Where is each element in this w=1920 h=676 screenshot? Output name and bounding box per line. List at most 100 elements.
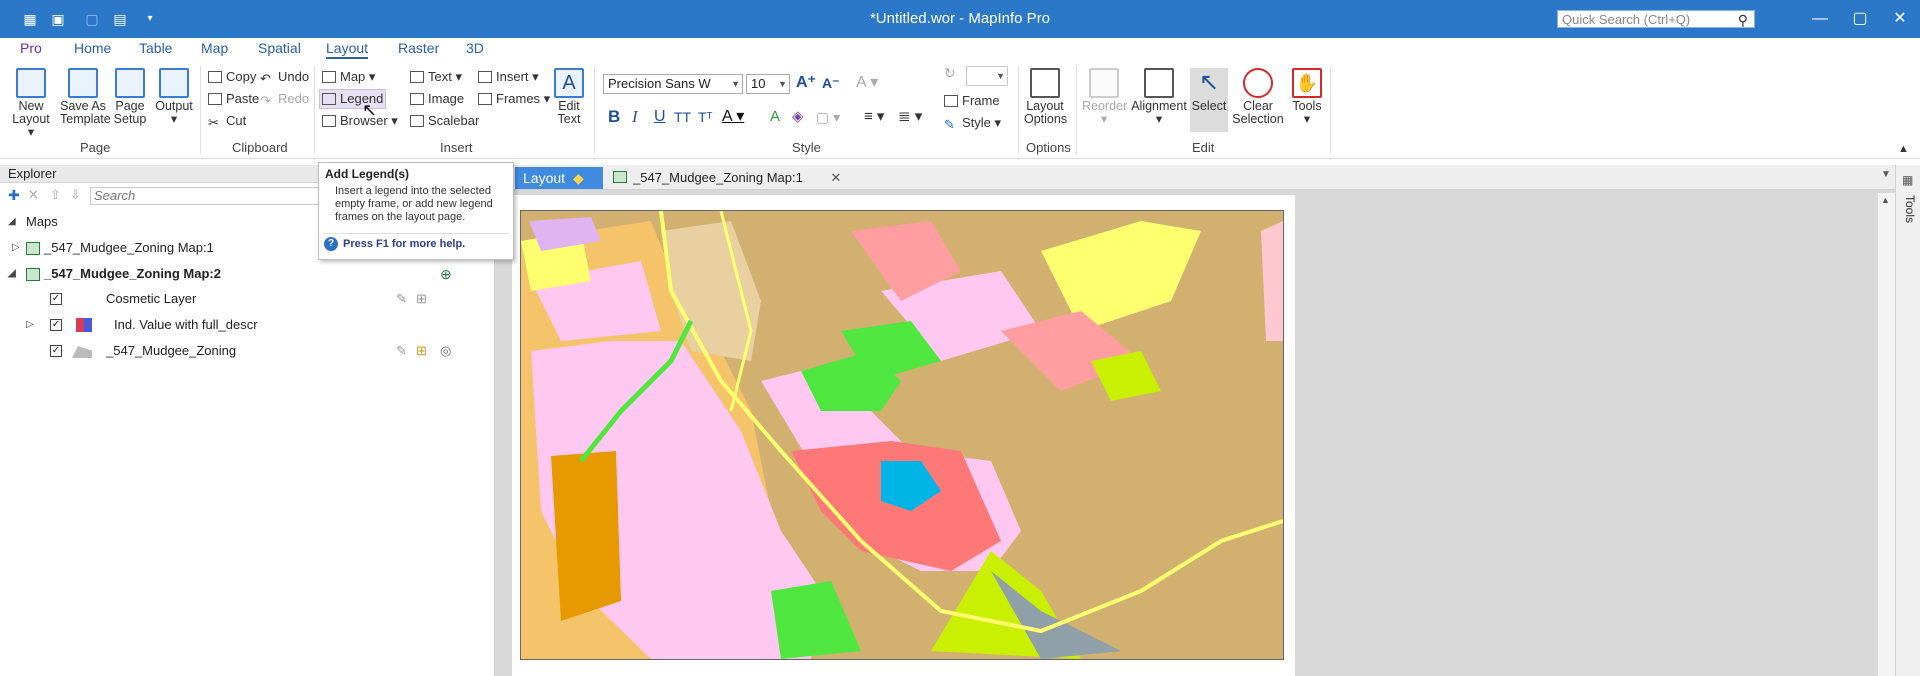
tab-map[interactable]: Map — [201, 40, 228, 56]
redo-button[interactable]: ↷ Redo — [260, 90, 309, 108]
close-icon[interactable]: ✕ — [830, 170, 841, 185]
map-frame[interactable] — [520, 210, 1284, 660]
remove-icon[interactable]: ✕ — [28, 187, 39, 203]
text-effect-icon[interactable]: A ▾ — [856, 74, 878, 92]
copy-button[interactable]: Copy — [208, 68, 256, 86]
select-button[interactable]: ↖ Select — [1190, 68, 1228, 132]
font-size-select[interactable]: 10 ▼ — [746, 74, 790, 94]
tab-home[interactable]: Home — [74, 40, 111, 56]
cosmetic-checkbox[interactable]: ✓ — [50, 293, 62, 305]
style-icon: ✎ — [944, 117, 955, 132]
collapse-ribbon-icon[interactable]: ▲ — [1898, 140, 1909, 158]
close-button[interactable]: ✕ — [1880, 6, 1920, 32]
tree-item-map1[interactable]: ▷ _547_Mudgee_Zoning Map:1 — [8, 237, 214, 259]
tab-table[interactable]: Table — [139, 40, 172, 56]
align-text-icon[interactable]: ≡ ▾ — [864, 108, 884, 126]
tab-raster[interactable]: Raster — [398, 40, 439, 56]
page-group-label: Page — [80, 140, 111, 155]
text-icon — [410, 71, 424, 83]
add-icon[interactable]: ✚ — [8, 187, 20, 204]
cut-button[interactable]: ✂ Cut — [208, 112, 246, 130]
clipboard-group-label: Clipboard — [232, 140, 288, 155]
paste-icon — [208, 93, 222, 105]
vertical-scrollbar[interactable]: ▲ — [1878, 193, 1895, 676]
explorer-title: Explorer — [8, 166, 57, 181]
edit-pencil-icon[interactable]: ✎ — [396, 343, 407, 359]
tab-3d[interactable]: 3D — [466, 40, 484, 56]
frames-button[interactable]: Frames ▾ — [478, 90, 550, 108]
minimize-button[interactable]: — — [1800, 6, 1840, 32]
case-icon[interactable]: TT — [674, 108, 691, 126]
frame-style-button[interactable]: Frame — [944, 92, 1000, 110]
output-button[interactable]: Output ▾ — [154, 68, 194, 126]
save-as-template-button[interactable]: Save As Template — [60, 68, 111, 126]
expand-icon[interactable]: ◢ — [8, 211, 16, 233]
tools-panel-icon[interactable]: ▦ — [1902, 173, 1913, 187]
paste-button[interactable]: Paste — [208, 90, 259, 108]
add-layer-icon[interactable]: ⊕ — [440, 266, 452, 283]
scroll-up-icon[interactable]: ▲ — [1881, 195, 1890, 205]
fill-color-icon[interactable]: ◈ — [792, 108, 804, 126]
insert-text-button[interactable]: Text ▾ — [410, 68, 462, 86]
expand-icon[interactable]: ◢ — [8, 263, 16, 285]
new-layout-button[interactable]: New Layout ▾ — [10, 68, 52, 139]
font-name-select[interactable]: Precision Sans W ▼ — [603, 74, 743, 94]
superscript-icon[interactable]: Tᵀ — [698, 108, 713, 126]
zoning-checkbox[interactable]: ✓ — [50, 345, 62, 357]
move-down-icon[interactable]: ⇩ — [70, 187, 81, 203]
tab-spatial[interactable]: Spatial — [258, 40, 301, 56]
clear-selection-icon — [1243, 68, 1273, 98]
tab-pro[interactable]: Pro — [20, 40, 42, 56]
insert-shape-button[interactable]: Insert ▾ — [478, 68, 539, 86]
tools-button[interactable]: ✋ Tools ▾ — [1290, 68, 1324, 126]
maximize-button[interactable]: ▢ — [1840, 6, 1880, 32]
background-icon[interactable]: ▢ ▾ — [816, 108, 840, 126]
layer-ind-value[interactable]: ▷ ✓ Ind. Value with full_descr — [26, 314, 258, 336]
edit-pencil-icon[interactable]: ✎ — [396, 291, 407, 307]
layer-select-icon[interactable]: ⊞ — [416, 291, 427, 307]
tree-item-map2[interactable]: ◢ _547_Mudgee_Zoning Map:2 — [8, 263, 221, 285]
insert-scalebar-button[interactable]: Scalebar — [410, 112, 479, 130]
insert-image-button[interactable]: Image — [410, 90, 464, 108]
tab-list-icon[interactable]: ▼ — [1881, 169, 1891, 180]
move-up-icon[interactable]: ⇧ — [50, 187, 61, 203]
label-icon[interactable]: ◎ — [440, 343, 451, 359]
quick-search-input[interactable]: Quick Search (Ctrl+Q) ⚲ — [1557, 10, 1755, 28]
undo-button[interactable]: ↶ Undo — [260, 68, 309, 86]
tools-side-panel[interactable]: ▦ Tools — [1895, 165, 1920, 676]
rotate-icon[interactable]: ↻ — [944, 64, 956, 82]
bold-icon[interactable]: B — [608, 108, 620, 126]
tree-maps-root[interactable]: ◢ Maps — [8, 211, 58, 233]
layer-select-icon[interactable]: ⊞ — [416, 343, 427, 359]
collapse-icon[interactable]: ▷ — [12, 237, 20, 259]
clear-selection-button[interactable]: Clear Selection — [1232, 68, 1284, 126]
layer-cosmetic[interactable]: ✓ Cosmetic Layer — [50, 288, 196, 310]
line-spacing-icon[interactable]: ≣ ▾ — [898, 108, 922, 126]
reorder-button[interactable]: Reorder ▾ — [1082, 68, 1127, 126]
underline-icon[interactable]: U — [654, 108, 666, 126]
pin-icon[interactable]: ◆ — [573, 170, 584, 186]
insert-map-button[interactable]: Map ▾ — [322, 68, 375, 86]
insert-browser-button[interactable]: Browser ▾ — [322, 112, 398, 130]
page-setup-button[interactable]: Page Setup — [112, 68, 148, 126]
layout-options-button[interactable]: Layout Options — [1024, 68, 1067, 126]
doctab-layout[interactable]: Layout ◆ ✕ — [515, 167, 603, 208]
edit-text-button[interactable]: A Edit Text — [552, 68, 586, 126]
collapse-icon[interactable]: ▷ — [26, 314, 34, 336]
map2-label: _547_Mudgee_Zoning Map:2 — [44, 266, 221, 281]
shrink-font-icon[interactable]: A⁻ — [822, 74, 840, 92]
new-layout-label: New Layout — [12, 99, 50, 126]
cosmetic-layer-label: Cosmetic Layer — [106, 291, 197, 306]
clear-selection-label: Clear Selection — [1232, 99, 1284, 126]
doctab-map1[interactable]: _547_Mudgee_Zoning Map:1 ✕ — [613, 167, 841, 189]
tab-layout[interactable]: Layout — [326, 40, 369, 59]
ind-value-checkbox[interactable]: ✓ — [50, 319, 62, 331]
font-color-icon[interactable]: A ▾ — [722, 108, 744, 126]
layer-zoning[interactable]: ✓ _547_Mudgee_Zoning — [50, 340, 236, 362]
grow-font-icon[interactable]: A⁺ — [796, 74, 816, 92]
rotation-select[interactable]: ▼ — [966, 66, 1008, 86]
text-outline-icon[interactable]: A — [770, 108, 780, 126]
italic-icon[interactable]: I — [632, 108, 638, 126]
style-button[interactable]: ✎ Style ▾ — [944, 114, 1001, 132]
alignment-button[interactable]: Alignment ▾ — [1130, 68, 1188, 126]
